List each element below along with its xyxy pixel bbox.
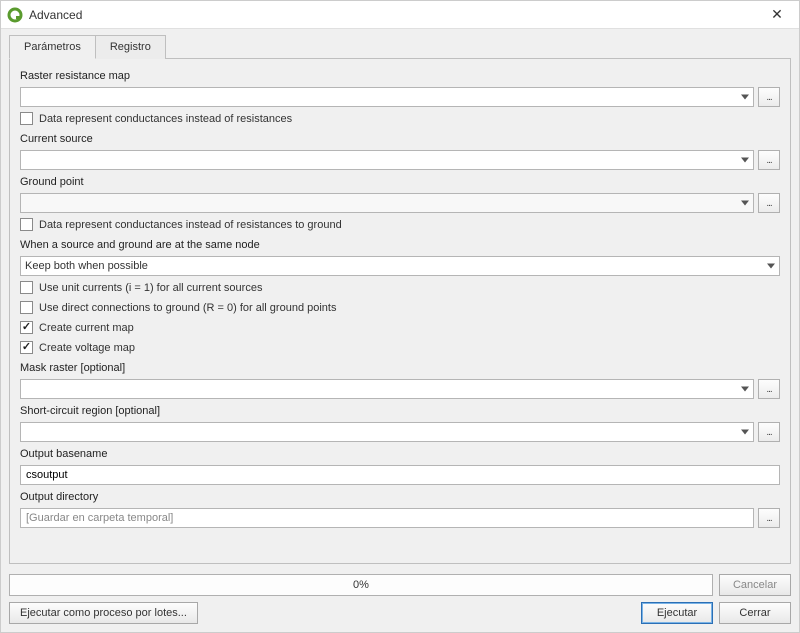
input-short-circuit[interactable] bbox=[20, 422, 754, 442]
label-short-circuit: Short-circuit region [optional] bbox=[20, 405, 780, 417]
browse-mask-raster[interactable]: ... bbox=[758, 379, 780, 399]
label-chk-unit-currents: Use unit currents (i = 1) for all curren… bbox=[39, 282, 262, 294]
chevron-down-icon bbox=[741, 387, 749, 392]
checkbox-unit-currents[interactable] bbox=[20, 281, 33, 294]
tab-registro[interactable]: Registro bbox=[95, 35, 166, 59]
tab-parametros[interactable]: Parámetros bbox=[9, 35, 96, 59]
browse-output-directory[interactable]: ... bbox=[758, 508, 780, 528]
run-button[interactable]: Ejecutar bbox=[641, 602, 713, 624]
dialog-footer: 0% Cancelar Ejecutar como proceso por lo… bbox=[1, 568, 799, 632]
browse-raster-resistance[interactable]: ... bbox=[758, 87, 780, 107]
label-current-source: Current source bbox=[20, 133, 780, 145]
content-area: Parámetros Registro Raster resistance ma… bbox=[1, 29, 799, 568]
chevron-down-icon bbox=[741, 430, 749, 435]
label-ground-point: Ground point bbox=[20, 176, 780, 188]
label-same-node: When a source and ground are at the same… bbox=[20, 239, 780, 251]
input-raster-resistance[interactable] bbox=[20, 87, 754, 107]
label-chk-conductances-ground: Data represent conductances instead of r… bbox=[39, 219, 342, 231]
tab-strip: Parámetros Registro bbox=[9, 35, 791, 59]
progress-bar: 0% bbox=[9, 574, 713, 596]
checkbox-conductances-ground[interactable] bbox=[20, 218, 33, 231]
qgis-icon bbox=[7, 7, 23, 23]
label-chk-conductances: Data represent conductances instead of r… bbox=[39, 113, 292, 125]
close-button[interactable]: Cerrar bbox=[719, 602, 791, 624]
chevron-down-icon bbox=[741, 158, 749, 163]
input-output-directory[interactable] bbox=[20, 508, 754, 528]
label-chk-voltage-map: Create voltage map bbox=[39, 342, 135, 354]
input-current-source[interactable] bbox=[20, 150, 754, 170]
browse-current-source[interactable]: ... bbox=[758, 150, 780, 170]
input-output-basename[interactable] bbox=[20, 465, 780, 485]
checkbox-current-map[interactable] bbox=[20, 321, 33, 334]
select-same-node-value: Keep both when possible bbox=[25, 260, 148, 272]
browse-short-circuit[interactable]: ... bbox=[758, 422, 780, 442]
checkbox-direct-ground[interactable] bbox=[20, 301, 33, 314]
label-output-directory: Output directory bbox=[20, 491, 780, 503]
parameters-panel: Raster resistance map ... Data represent… bbox=[9, 58, 791, 564]
label-chk-current-map: Create current map bbox=[39, 322, 134, 334]
browse-ground-point[interactable]: ... bbox=[758, 193, 780, 213]
label-mask-raster: Mask raster [optional] bbox=[20, 362, 780, 374]
input-ground-point[interactable] bbox=[20, 193, 754, 213]
titlebar: Advanced ✕ bbox=[1, 1, 799, 29]
chevron-down-icon bbox=[741, 95, 749, 100]
checkbox-conductances[interactable] bbox=[20, 112, 33, 125]
input-mask-raster[interactable] bbox=[20, 379, 754, 399]
window-title: Advanced bbox=[29, 8, 761, 22]
progress-text: 0% bbox=[353, 579, 369, 591]
dialog-window: Advanced ✕ Parámetros Registro Raster re… bbox=[0, 0, 800, 633]
label-chk-direct-ground: Use direct connections to ground (R = 0)… bbox=[39, 302, 336, 314]
chevron-down-icon bbox=[741, 201, 749, 206]
label-raster-resistance: Raster resistance map bbox=[20, 70, 780, 82]
select-same-node[interactable]: Keep both when possible bbox=[20, 256, 780, 276]
checkbox-voltage-map[interactable] bbox=[20, 341, 33, 354]
close-icon[interactable]: ✕ bbox=[761, 6, 793, 23]
batch-button[interactable]: Ejecutar como proceso por lotes... bbox=[9, 602, 198, 624]
chevron-down-icon bbox=[767, 264, 775, 269]
label-output-basename: Output basename bbox=[20, 448, 780, 460]
cancel-button[interactable]: Cancelar bbox=[719, 574, 791, 596]
